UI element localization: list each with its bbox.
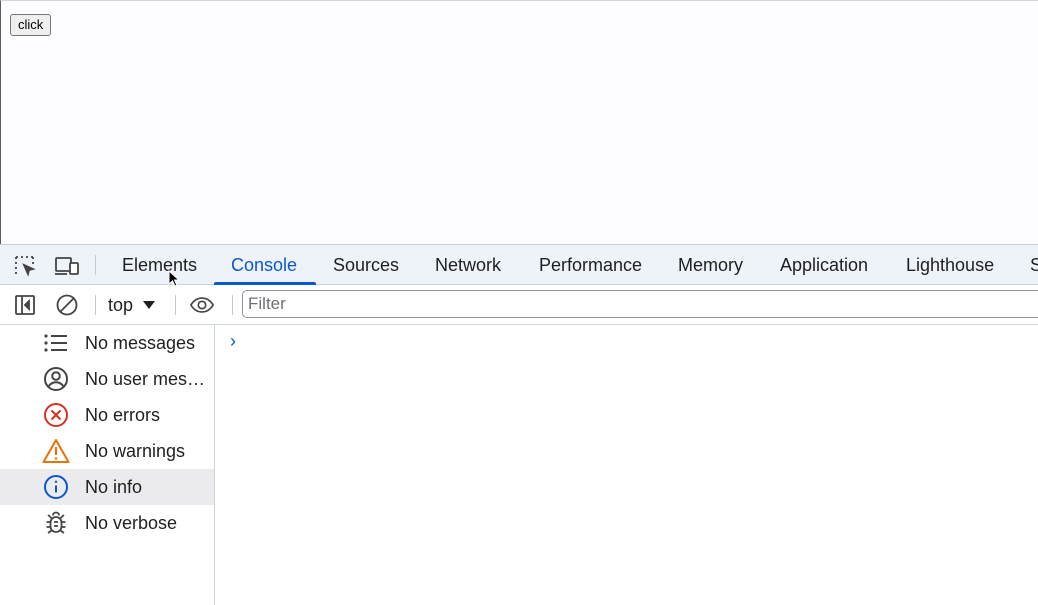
bug-icon: [42, 509, 70, 537]
devtools-tabbar: Elements Console Sources Network Perform…: [0, 244, 1038, 285]
warning-icon: [42, 437, 70, 465]
sidebar-item-user-messages[interactable]: No user mess…: [0, 361, 214, 397]
console-output[interactable]: ›: [215, 325, 1038, 605]
tab-lighthouse[interactable]: Lighthouse: [906, 245, 994, 285]
sidebar-item-messages[interactable]: No messages: [0, 325, 214, 361]
toolbar-divider: [95, 255, 96, 275]
sidebar-item-errors[interactable]: No errors: [0, 397, 214, 433]
filter-input[interactable]: [242, 290, 1038, 318]
page-viewport: click: [0, 0, 1038, 244]
tab-sources[interactable]: Sources: [333, 245, 399, 285]
tab-network[interactable]: Network: [435, 245, 501, 285]
sidebar-item-label: No errors: [85, 404, 161, 425]
tab-memory[interactable]: Memory: [678, 245, 743, 285]
sidebar-item-label: No warnings: [85, 440, 186, 461]
devtools-panel: Elements Console Sources Network Perform…: [0, 244, 1038, 605]
clear-console-icon[interactable]: [54, 292, 80, 318]
tab-console[interactable]: Console: [231, 245, 297, 285]
sidebar-item-info[interactable]: No info: [0, 469, 214, 505]
console-sidebar: No messages No user mess… No errors No w…: [0, 325, 215, 605]
sidebar-item-label: No user mess…: [85, 368, 214, 389]
toolbar-divider: [232, 295, 233, 315]
info-icon: [42, 473, 70, 501]
sidebar-toggle-icon[interactable]: [12, 292, 38, 318]
context-selector[interactable]: top: [108, 294, 156, 316]
device-toolbar-icon[interactable]: [54, 253, 80, 279]
console-prompt-chevron: ›: [230, 331, 236, 351]
context-label: top: [108, 295, 134, 315]
console-toolbar: top: [0, 285, 1038, 325]
sidebar-item-label: No verbose: [85, 512, 178, 533]
tab-application[interactable]: Application: [780, 245, 868, 285]
error-icon: [42, 401, 70, 429]
toolbar-divider: [175, 295, 176, 315]
live-expression-eye-icon[interactable]: [189, 292, 215, 318]
tab-truncated[interactable]: S: [1030, 245, 1038, 285]
click-button[interactable]: click: [10, 14, 52, 36]
inspect-element-icon[interactable]: [12, 253, 38, 279]
tab-elements[interactable]: Elements: [122, 245, 197, 285]
sidebar-item-label: No info: [85, 476, 143, 497]
sidebar-item-verbose[interactable]: No verbose: [0, 505, 214, 541]
dropdown-arrow-icon: [143, 301, 156, 309]
mouse-cursor-icon: [168, 270, 180, 287]
sidebar-item-label: No messages: [85, 332, 196, 353]
list-icon: [42, 329, 70, 357]
tab-performance[interactable]: Performance: [539, 245, 642, 285]
toolbar-divider: [95, 295, 96, 315]
sidebar-item-warnings[interactable]: No warnings: [0, 433, 214, 469]
user-icon: [42, 365, 70, 393]
